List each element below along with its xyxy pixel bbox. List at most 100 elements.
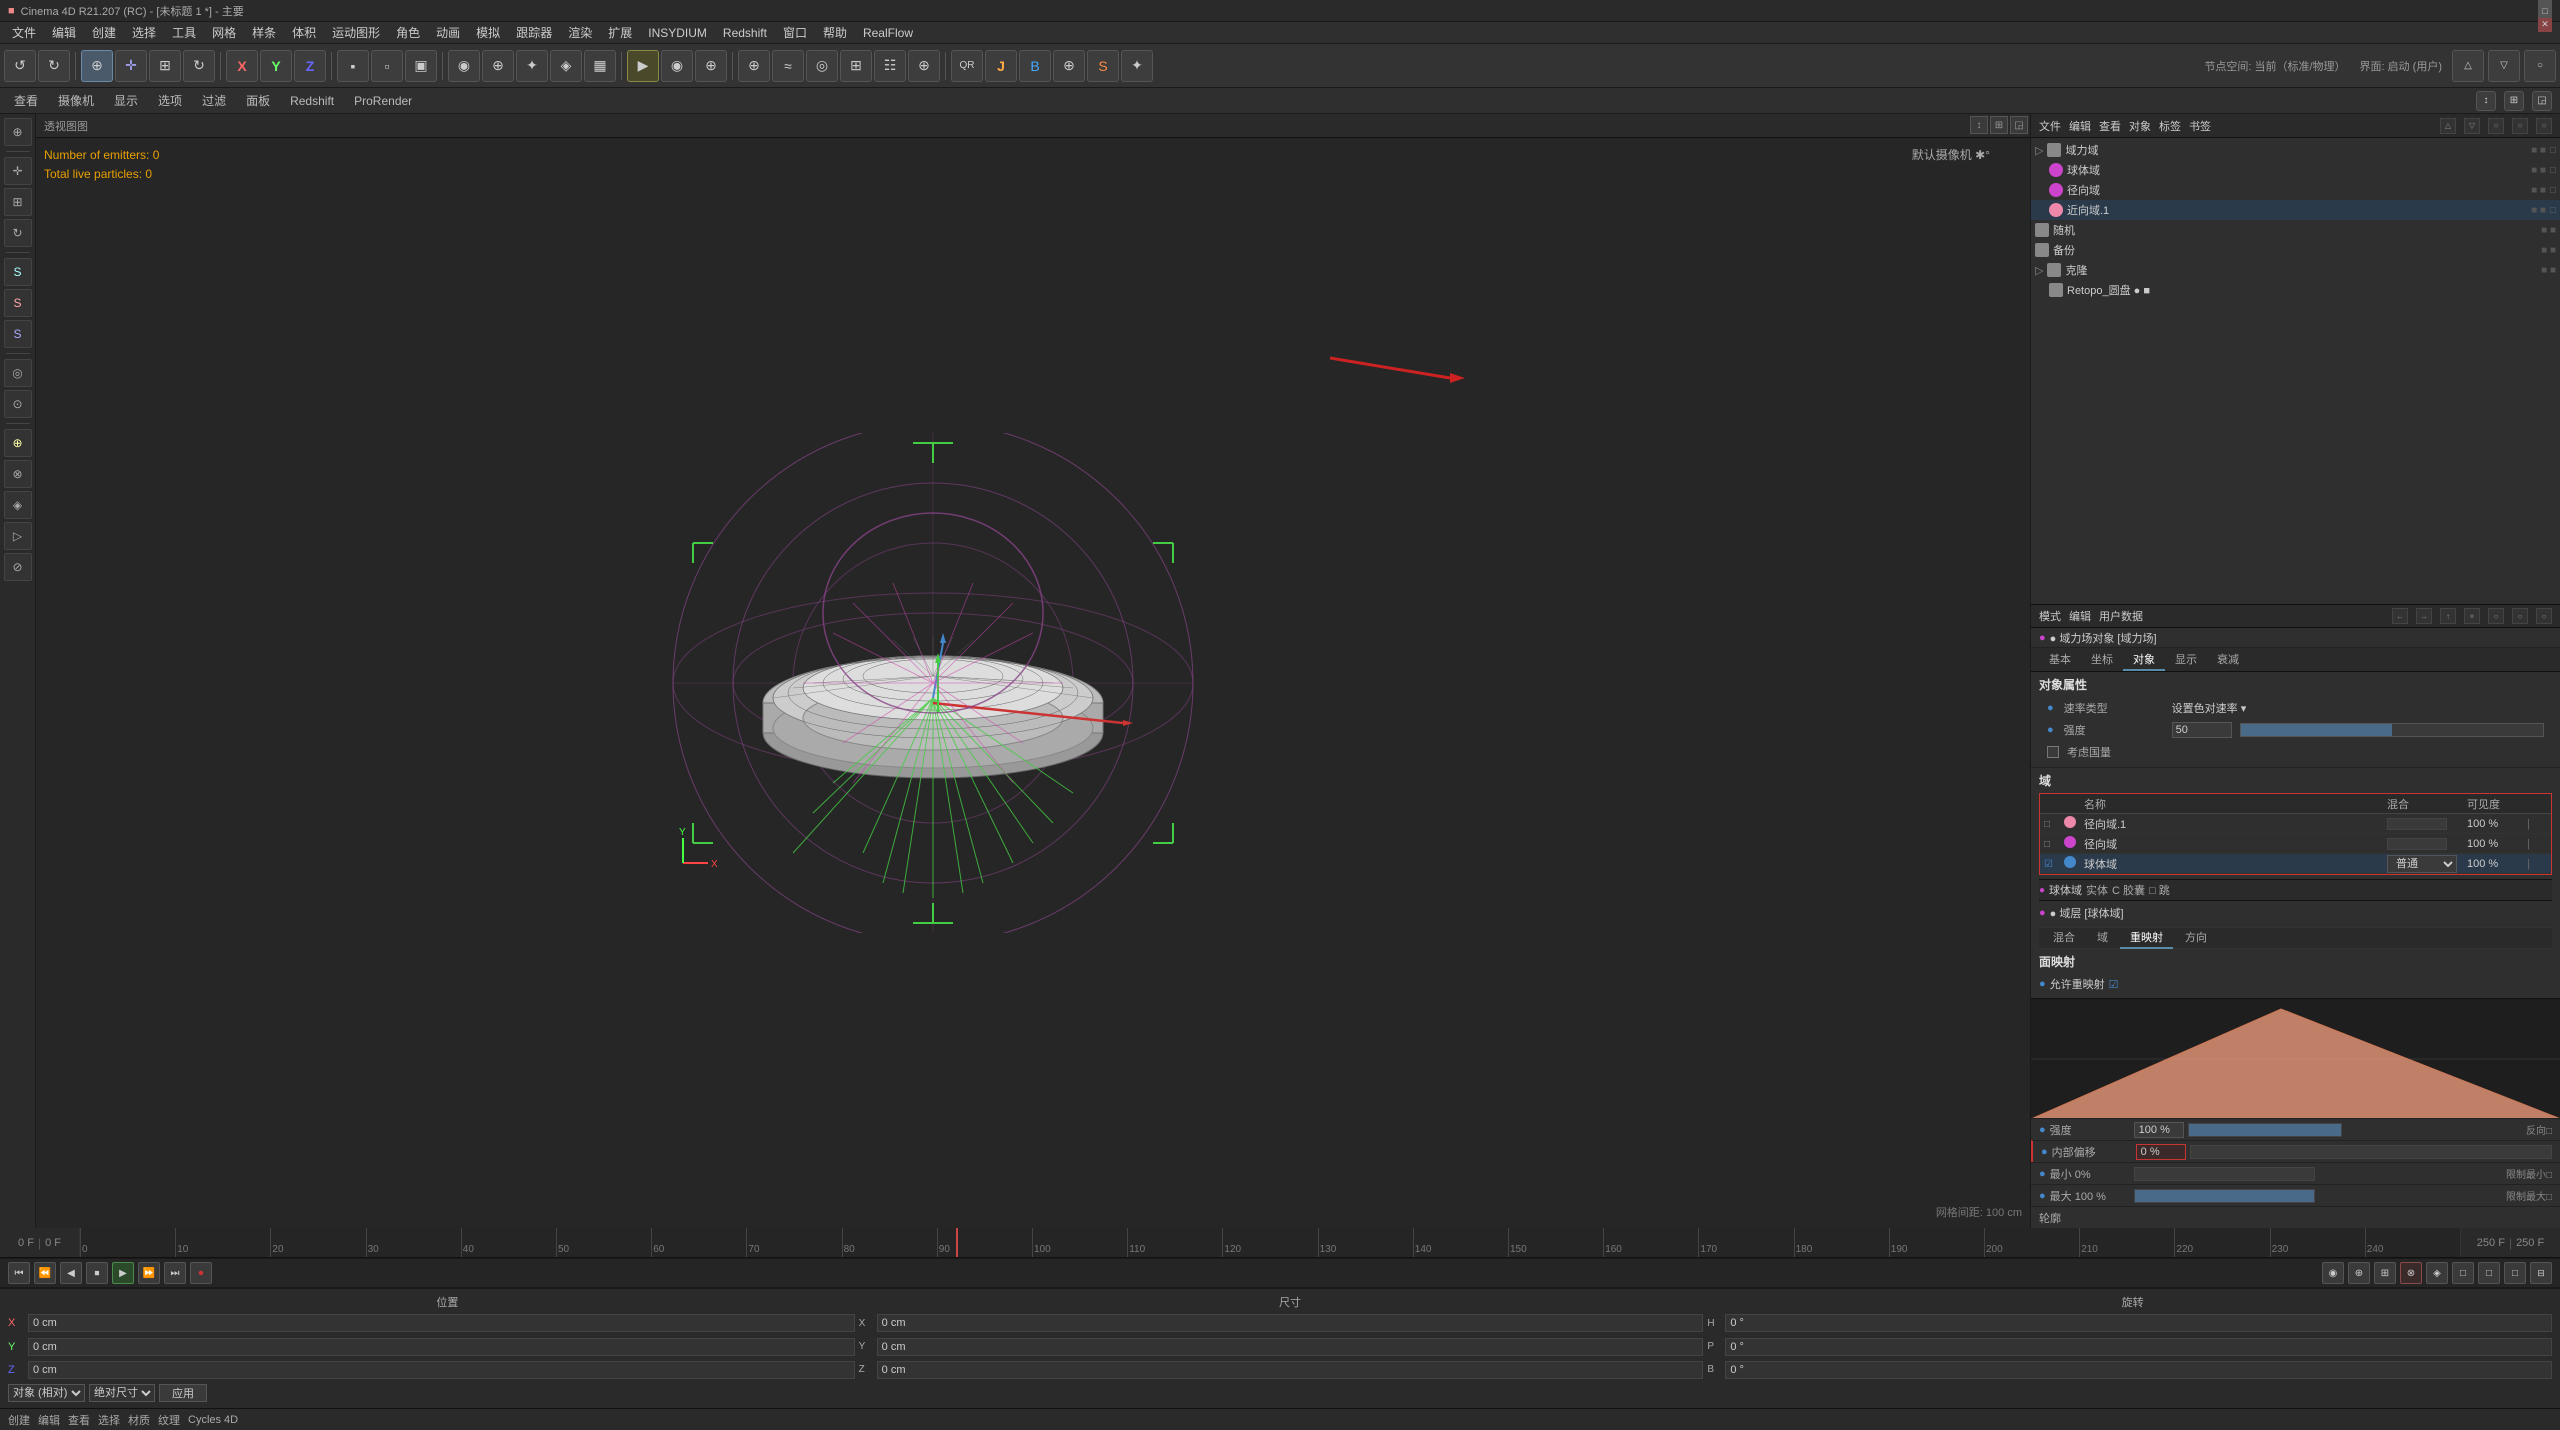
timeline-ruler[interactable]: 0102030405060708090100110120130140150160… <box>80 1228 2460 1257</box>
undo-button[interactable]: ↺ <box>4 50 36 82</box>
tx-size-z[interactable] <box>877 1361 1704 1379</box>
scene-item-backup[interactable]: 备份 ■ ■ <box>2031 240 2560 260</box>
tab-basic[interactable]: 基本 <box>2039 649 2081 671</box>
menu-item-渲染[interactable]: 渲染 <box>560 22 600 43</box>
transport-record[interactable]: ⏺ <box>190 1262 212 1284</box>
max-track[interactable] <box>2134 1189 2315 1203</box>
tool-extra-5[interactable]: ⊘ <box>4 553 32 581</box>
props-nav-c1[interactable]: ○ <box>2488 608 2504 624</box>
tb-top-right-3[interactable]: ○ <box>2524 50 2556 82</box>
scene-item-radial[interactable]: 径向域 ■ ■ □ <box>2031 180 2560 200</box>
transport-prev-key[interactable]: ⏪ <box>34 1262 56 1284</box>
tb2-right-3[interactable]: ◲ <box>2532 91 2552 111</box>
tool-rotate[interactable]: ↻ <box>4 219 32 247</box>
transport-last[interactable]: ⏭ <box>164 1262 186 1284</box>
menu-item-realflow[interactable]: RealFlow <box>855 24 921 42</box>
y-axis-button[interactable]: Y <box>260 50 292 82</box>
tool-spline[interactable]: S <box>4 320 32 348</box>
tb2-right-2[interactable]: ⊞ <box>2504 91 2524 111</box>
scene-item-random[interactable]: 随机 ■ ■ <box>2031 220 2560 240</box>
menu-item-编辑[interactable]: 编辑 <box>44 22 84 43</box>
props-header-mode[interactable]: 模式 <box>2039 608 2061 624</box>
props-header-edit[interactable]: 编辑 <box>2069 608 2091 624</box>
scene-check-2[interactable]: □ <box>2550 165 2556 176</box>
props-nav-back[interactable]: ← <box>2392 608 2408 624</box>
scene-header-bookmark[interactable]: 书签 <box>2189 118 2211 134</box>
transport-stop[interactable]: ⏹ <box>86 1262 108 1284</box>
transport-extra-8[interactable]: □ <box>2504 1262 2526 1284</box>
scene-header-nav-2[interactable]: ▽ <box>2464 118 2480 134</box>
scene-header-nav-1[interactable]: △ <box>2440 118 2456 134</box>
menu-item-角色[interactable]: 角色 <box>388 22 428 43</box>
tab-falloff[interactable]: 衰减 <box>2207 649 2249 671</box>
menu-item-帮助[interactable]: 帮助 <box>815 22 855 43</box>
tool-select[interactable]: ⊕ <box>4 118 32 146</box>
viewport-canvas[interactable]: Number of emitters: 0 Total live particl… <box>36 138 2030 1228</box>
maximize-button[interactable]: □ <box>2538 4 2552 18</box>
tool-scale[interactable]: ⊞ <box>4 188 32 216</box>
bottom-view[interactable]: 查看 <box>68 1412 90 1428</box>
tab-object[interactable]: 对象 <box>2123 649 2165 671</box>
tool-move[interactable]: ✛ <box>4 157 32 185</box>
tx-rot-b[interactable] <box>1725 1361 2552 1379</box>
tb2-view[interactable]: 查看 <box>8 90 44 111</box>
transport-prev[interactable]: ◀ <box>60 1262 82 1284</box>
tool-polygon[interactable]: S <box>4 258 32 286</box>
scene-header-view[interactable]: 查看 <box>2099 118 2121 134</box>
vc-btn-1[interactable]: ↕ <box>1970 116 1988 134</box>
render-region-button[interactable]: ◉ <box>661 50 693 82</box>
redo-button[interactable]: ↻ <box>38 50 70 82</box>
transport-export[interactable]: ⊟ <box>2530 1262 2552 1284</box>
scene-header-obj[interactable]: 对象 <box>2129 118 2151 134</box>
scene-header-edit[interactable]: 编辑 <box>2069 118 2091 134</box>
scene-check-1[interactable]: □ <box>2550 145 2556 156</box>
tool-paint[interactable]: ◎ <box>4 359 32 387</box>
transport-extra-6[interactable]: □ <box>2452 1262 2474 1284</box>
scene-item-retopo[interactable]: Retopo_圆盘 ● ■ <box>2031 280 2560 300</box>
menu-item-网格[interactable]: 网格 <box>204 22 244 43</box>
tx-pos-x[interactable] <box>28 1314 855 1332</box>
domain-row-radial[interactable]: □ 径向域 100 % | <box>2040 834 2551 854</box>
props-nav-x[interactable]: × <box>2464 608 2480 624</box>
menu-item-文件[interactable]: 文件 <box>4 22 44 43</box>
menu-item-创建[interactable]: 创建 <box>84 22 124 43</box>
menu-item-扩展[interactable]: 扩展 <box>600 22 640 43</box>
bottom-cycles[interactable]: Cycles 4D <box>188 1414 238 1426</box>
transport-extra-5[interactable]: ◈ <box>2426 1262 2448 1284</box>
transport-extra-3[interactable]: ⊞ <box>2374 1262 2396 1284</box>
strength-track[interactable] <box>2188 1123 2342 1137</box>
close-button[interactable]: ✕ <box>2538 18 2552 32</box>
transport-first[interactable]: ⏮ <box>8 1262 30 1284</box>
qr-button[interactable]: QR <box>951 50 983 82</box>
blend-tab-mix[interactable]: 混合 <box>2043 927 2085 949</box>
vc-btn-3[interactable]: ◲ <box>2010 116 2028 134</box>
scene-item-clone[interactable]: ▷ 克隆 ■ ■ <box>2031 260 2560 280</box>
menu-item-样条[interactable]: 样条 <box>244 22 284 43</box>
tb-extra-5[interactable]: ☷ <box>874 50 906 82</box>
tb-b-button[interactable]: B <box>1019 50 1051 82</box>
vc-btn-2[interactable]: ⊞ <box>1990 116 2008 134</box>
tb-s-button[interactable]: S <box>1087 50 1119 82</box>
domain-type-box[interactable]: □ 跳 <box>2149 882 2170 898</box>
tb-extra-8[interactable]: ⊕ <box>1053 50 1085 82</box>
select-tool-button[interactable]: ⊕ <box>81 50 113 82</box>
menu-item-insydium[interactable]: INSYDIUM <box>640 24 715 42</box>
scene-item-sphere[interactable]: 球体域 ■ ■ □ <box>2031 160 2560 180</box>
speed-type-value[interactable]: 设置色对速率 ▾ <box>2172 700 2544 716</box>
tool-sculpt[interactable]: ⊙ <box>4 390 32 418</box>
obj-mode-2[interactable]: ⊕ <box>482 50 514 82</box>
menu-item-运动图形[interactable]: 运动图形 <box>324 22 388 43</box>
bottom-edit[interactable]: 编辑 <box>38 1412 60 1428</box>
tb2-redshift[interactable]: Redshift <box>284 92 340 110</box>
scene-header-tag[interactable]: 标签 <box>2159 118 2181 134</box>
tx-size-x[interactable] <box>877 1314 1704 1332</box>
scene-item-domain-force[interactable]: ▷ 域力域 ■ ■ □ <box>2031 140 2560 160</box>
tab-coords[interactable]: 坐标 <box>2081 649 2123 671</box>
menu-item-窗口[interactable]: 窗口 <box>775 22 815 43</box>
tb2-right-1[interactable]: ↕ <box>2476 91 2496 111</box>
obj-mode-3[interactable]: ✦ <box>516 50 548 82</box>
tb-extra-4[interactable]: ⊞ <box>840 50 872 82</box>
domain-row-sphere[interactable]: ☑ 球体域 普通 100 % | <box>2040 854 2551 874</box>
domain-type-solid[interactable]: 实体 <box>2086 882 2108 898</box>
transport-extra-4[interactable]: ⊗ <box>2400 1262 2422 1284</box>
